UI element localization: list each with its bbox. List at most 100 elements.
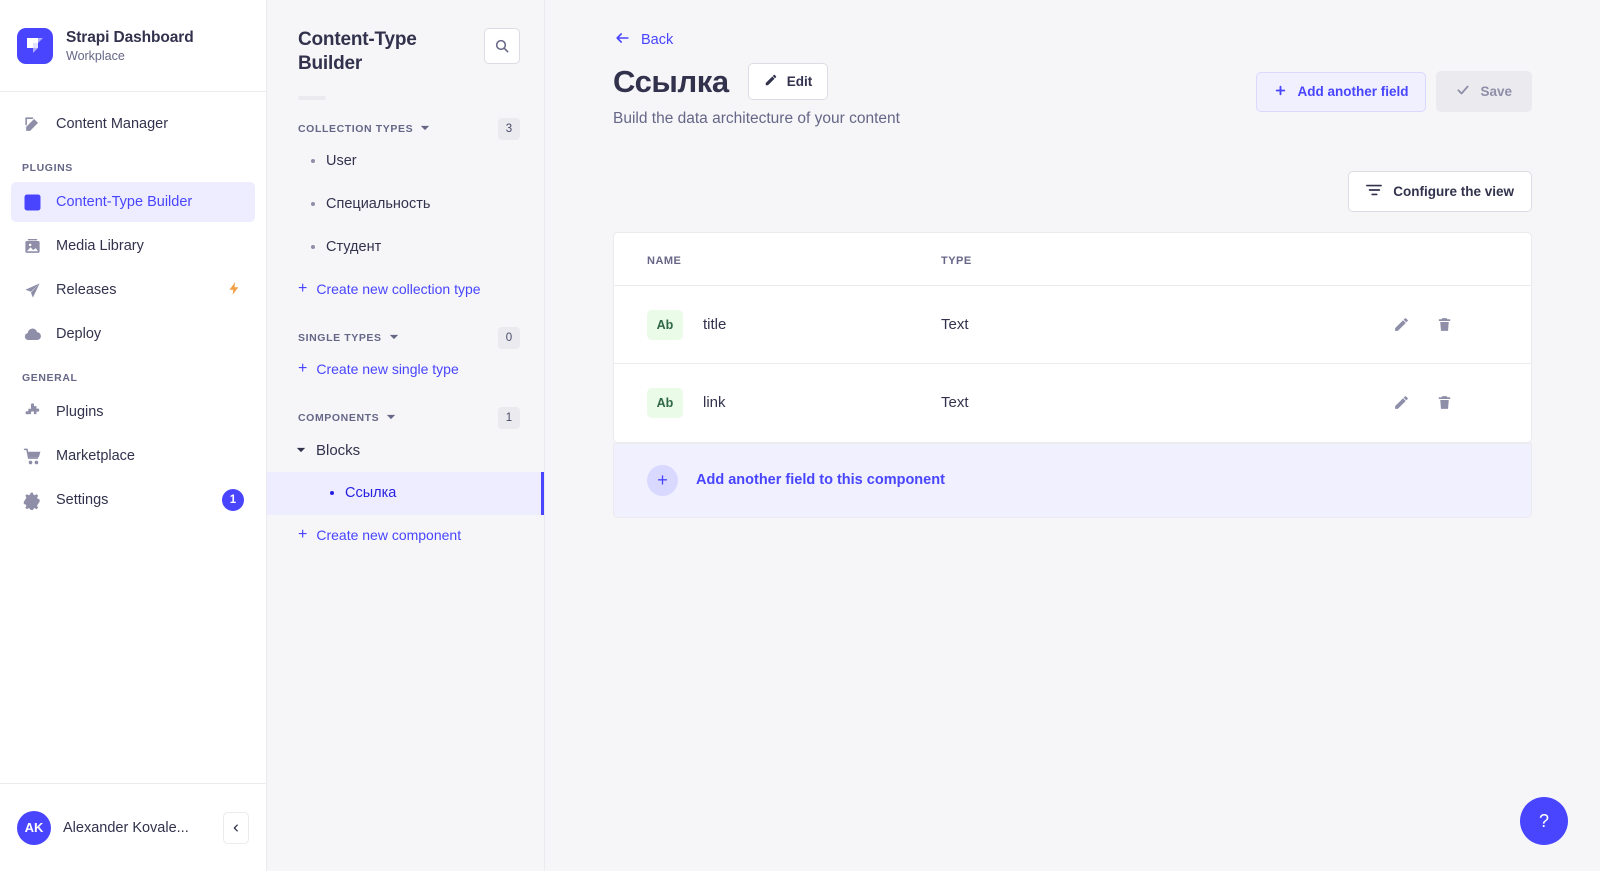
tree-item-user[interactable]: User: [267, 140, 544, 183]
table-row[interactable]: Ab title Text: [614, 285, 1531, 364]
sidebar-item-label: Content Manager: [56, 116, 169, 132]
fields-table-head: NAME TYPE: [614, 233, 1531, 286]
column-header-actions: [1371, 233, 1531, 286]
back-label: Back: [641, 32, 674, 48]
add-another-field-label: Add another field: [1297, 84, 1409, 99]
tree-item-specialnost[interactable]: Специальность: [267, 183, 544, 226]
sidebar-section-general: GENERAL: [22, 372, 78, 384]
group-count-badge: 3: [498, 117, 520, 140]
pen-square-icon: [22, 114, 42, 134]
chevron-left-icon[interactable]: [223, 811, 249, 844]
group-header-components[interactable]: COMPONENTS 1: [267, 406, 544, 429]
field-type: Text: [941, 393, 969, 411]
puzzle-icon: [22, 402, 42, 422]
configure-the-view-button[interactable]: Configure the view: [1348, 171, 1532, 212]
component-category-blocks[interactable]: Blocks: [267, 429, 544, 472]
edit-button[interactable]: Edit: [747, 63, 829, 100]
save-button-label: Save: [1480, 84, 1512, 99]
column-header-type: TYPE: [941, 233, 1371, 286]
cell-name: Ab link: [614, 364, 941, 442]
shopping-cart-icon: [22, 446, 42, 466]
pencil-icon: [764, 73, 778, 90]
settings-badge: 1: [222, 489, 244, 511]
pencil-icon[interactable]: [1393, 316, 1410, 333]
ctb-header: Content-Type Builder: [267, 0, 544, 77]
add-another-field-button[interactable]: Add another field: [1256, 71, 1427, 112]
app-root: Strapi Dashboard Workplace Content Manag…: [0, 0, 1600, 871]
search-icon[interactable]: [484, 28, 520, 64]
group-header-collection-types[interactable]: COLLECTION TYPES 3: [267, 117, 544, 140]
content-type-builder-panel: Content-Type Builder COLLECTION TYPES 3 …: [267, 0, 545, 871]
pencil-icon[interactable]: [1393, 394, 1410, 411]
tree-item-label: Ссылка: [345, 485, 397, 502]
sidebar-item-content-type-builder[interactable]: Content-Type Builder: [11, 182, 255, 222]
tree-item-label: Студент: [326, 239, 382, 256]
arrow-left-icon: [613, 30, 632, 50]
sidebar-item-label: Deploy: [56, 326, 102, 342]
sidebar-item-settings[interactable]: Settings 1: [11, 480, 255, 520]
question-mark-icon: ?: [1538, 810, 1549, 831]
ctb-title: Content-Type Builder: [298, 29, 417, 75]
create-new-component-link[interactable]: + Create new component: [267, 515, 544, 555]
nav-list: Content Manager PLUGINS Content-Type Bui…: [0, 92, 266, 524]
header-actions: Add another field Save: [1256, 63, 1532, 112]
cell-actions: [1371, 364, 1531, 442]
sidebar-item-label: Releases: [56, 282, 117, 298]
component-category-label: Blocks: [316, 441, 361, 459]
tree-item-student[interactable]: Студент: [267, 226, 544, 269]
create-new-collection-type-link[interactable]: + Create new collection type: [267, 269, 544, 309]
field-name: title: [703, 316, 727, 333]
layout-lines-icon: [1366, 183, 1383, 200]
plus-icon: +: [298, 359, 308, 377]
help-button[interactable]: ?: [1520, 797, 1568, 845]
gear-icon: [22, 490, 42, 510]
plus-icon: +: [647, 464, 678, 496]
create-new-single-type-link[interactable]: + Create new single type: [267, 349, 544, 389]
sidebar-section-plugins: PLUGINS: [22, 162, 73, 174]
cell-type: Text: [941, 285, 1371, 364]
image-icon: [22, 236, 42, 256]
tree-item-ssylka[interactable]: Ссылка: [267, 471, 544, 515]
field-name: link: [703, 394, 726, 412]
save-button[interactable]: Save: [1436, 71, 1532, 112]
user-profile-row[interactable]: AK Alexander Kovale...: [0, 783, 266, 871]
title-row: Ссылка Edit: [613, 63, 900, 100]
brand-header[interactable]: Strapi Dashboard Workplace: [0, 0, 266, 92]
table-row[interactable]: Ab link Text: [614, 364, 1531, 442]
ctb-divider: [298, 95, 326, 100]
cloud-icon: [22, 324, 42, 344]
field-type: Text: [941, 315, 969, 333]
configure-the-view-label: Configure the view: [1393, 184, 1514, 199]
trash-icon[interactable]: [1436, 316, 1453, 333]
sidebar-item-content-manager[interactable]: Content Manager: [11, 104, 255, 144]
sidebar-item-deploy[interactable]: Deploy: [11, 314, 255, 354]
sidebar-item-label: Marketplace: [56, 448, 135, 464]
create-link-label: Create new single type: [316, 360, 459, 377]
plus-icon: +: [298, 279, 308, 297]
chevron-down-icon: [389, 329, 399, 347]
cell-name: Ab title: [614, 285, 941, 364]
sidebar-item-label: Settings: [56, 492, 109, 508]
trash-icon[interactable]: [1436, 394, 1453, 411]
field-type-chip: Ab: [647, 387, 683, 418]
add-field-to-component-button[interactable]: + Add another field to this component: [613, 442, 1532, 518]
sidebar-item-marketplace[interactable]: Marketplace: [11, 436, 255, 476]
sidebar-item-releases[interactable]: Releases: [11, 270, 255, 310]
group-title: SINGLE TYPES: [298, 331, 382, 344]
sidebar-item-media-library[interactable]: Media Library: [11, 226, 255, 266]
create-link-label: Create new collection type: [316, 280, 481, 297]
tree-item-label: Специальность: [326, 196, 431, 213]
caret-down-icon: [296, 442, 306, 459]
main-header: Back Ссылка Edit Build the data architec…: [545, 0, 1600, 128]
sidebar-item-label: Media Library: [56, 238, 144, 254]
group-header-single-types[interactable]: SINGLE TYPES 0: [267, 326, 544, 349]
sidebar-item-plugins[interactable]: Plugins: [11, 392, 255, 432]
plus-icon: [1274, 84, 1287, 100]
main-content: Back Ссылка Edit Build the data architec…: [545, 0, 1600, 871]
group-count-badge: 0: [498, 326, 520, 349]
back-link[interactable]: Back: [613, 30, 673, 50]
paper-plane-icon: [22, 280, 42, 300]
add-field-to-component-label: Add another field to this component: [696, 472, 945, 488]
edit-button-label: Edit: [786, 74, 813, 89]
